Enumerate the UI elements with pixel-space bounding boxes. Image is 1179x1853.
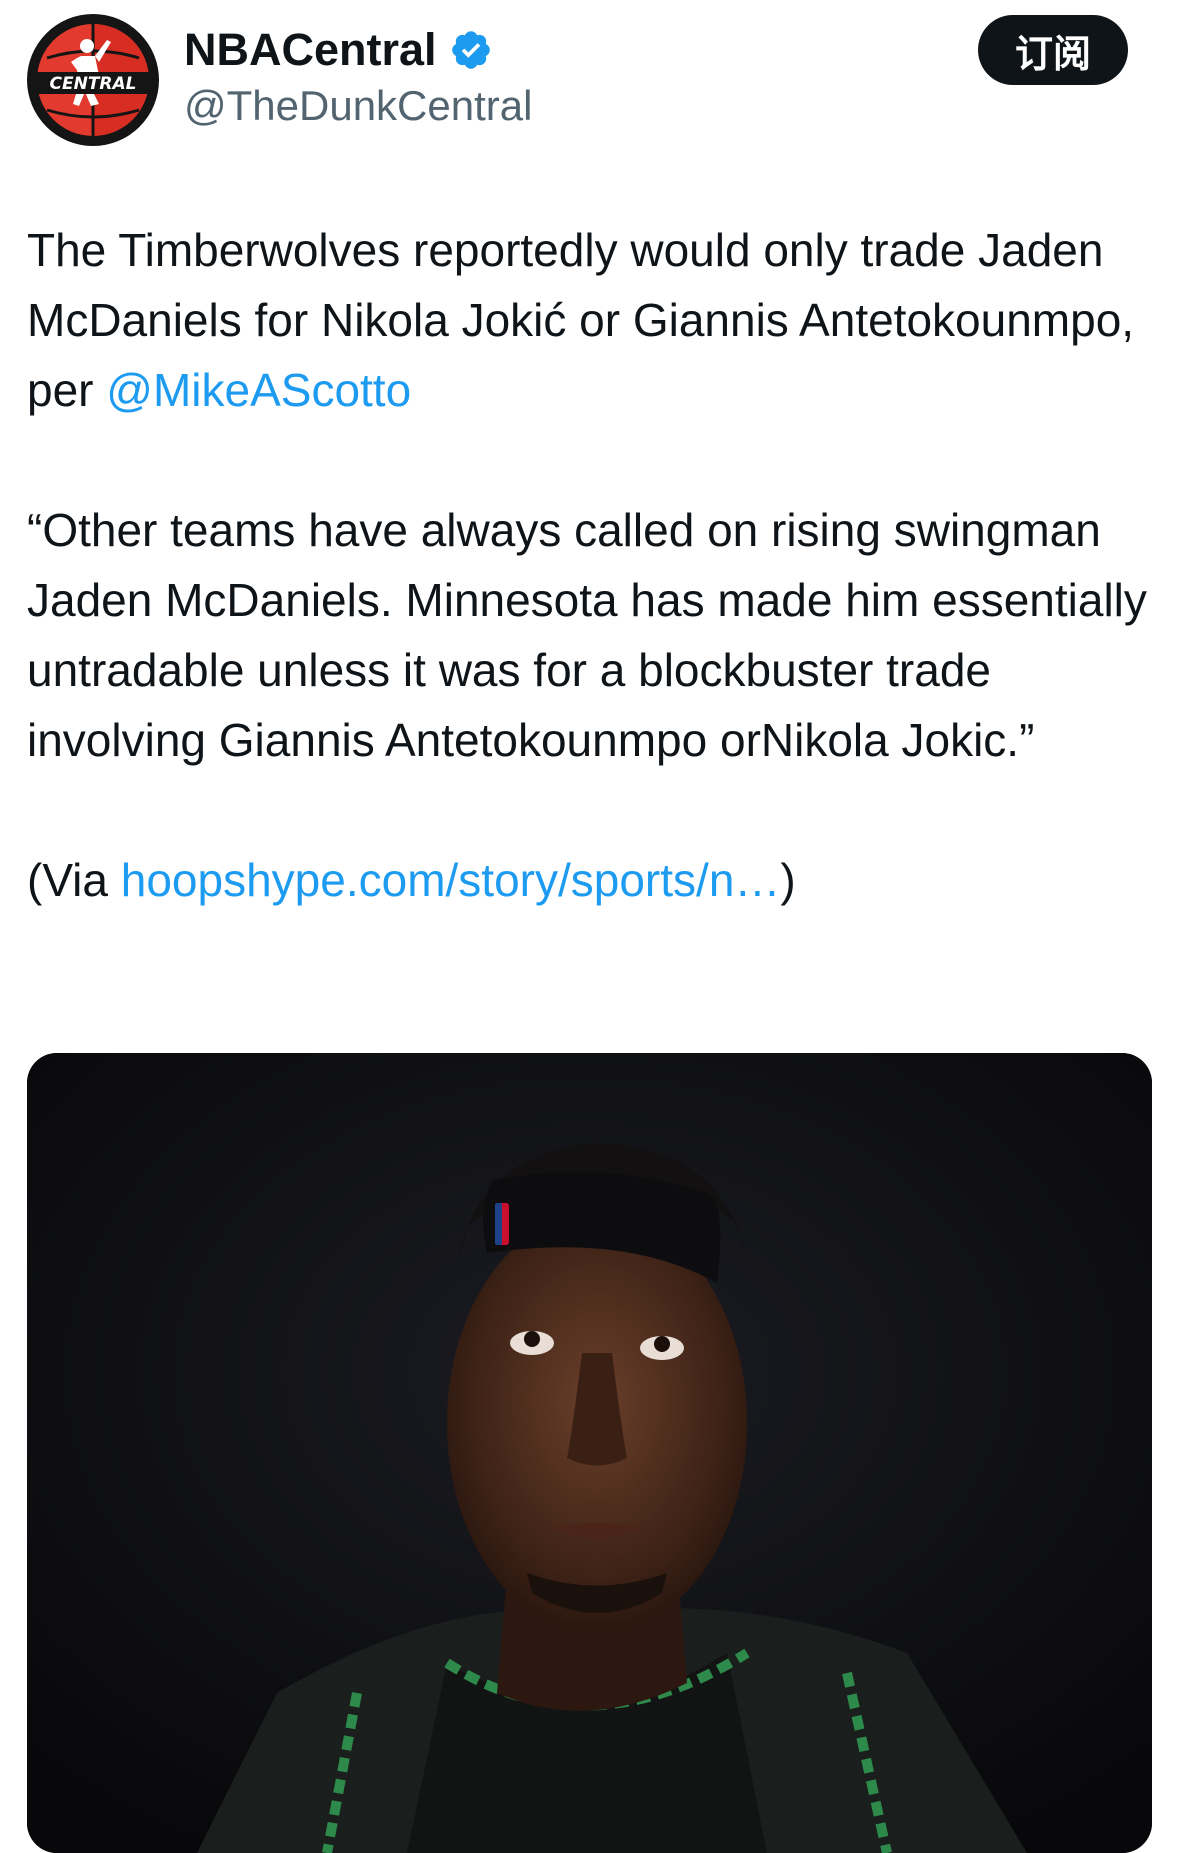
player-photo-image xyxy=(27,1053,1152,1853)
mention-link[interactable]: @MikeAScotto xyxy=(106,364,411,416)
author-display-name[interactable]: NBACentral xyxy=(184,22,493,78)
tweet-text: The Timberwolves reportedly would only t… xyxy=(27,215,1157,915)
display-name-text: NBACentral xyxy=(184,24,437,75)
via-suffix: ) xyxy=(780,854,796,906)
svg-text:CENTRAL: CENTRAL xyxy=(50,74,137,94)
subscribe-button[interactable]: 订阅 xyxy=(978,15,1128,85)
tweet-source: (Via hoopshype.com/story/sports/n…) xyxy=(27,845,1157,915)
tweet-media-photo[interactable] xyxy=(27,1053,1152,1853)
nba-central-logo: CENTRAL xyxy=(29,16,157,144)
author-avatar[interactable]: CENTRAL xyxy=(27,14,159,146)
verified-badge-icon xyxy=(449,28,493,72)
via-prefix: (Via xyxy=(27,854,121,906)
tweet-header: CENTRAL NBACentral @TheDunkCentral 订阅 xyxy=(0,0,1179,160)
source-link[interactable]: hoopshype.com/story/sports/n… xyxy=(121,854,781,906)
author-handle[interactable]: @TheDunkCentral xyxy=(184,78,532,134)
tweet-quote: “Other teams have always called on risin… xyxy=(27,504,1147,766)
tweet-paragraph-1: The Timberwolves reportedly would only t… xyxy=(27,215,1157,425)
